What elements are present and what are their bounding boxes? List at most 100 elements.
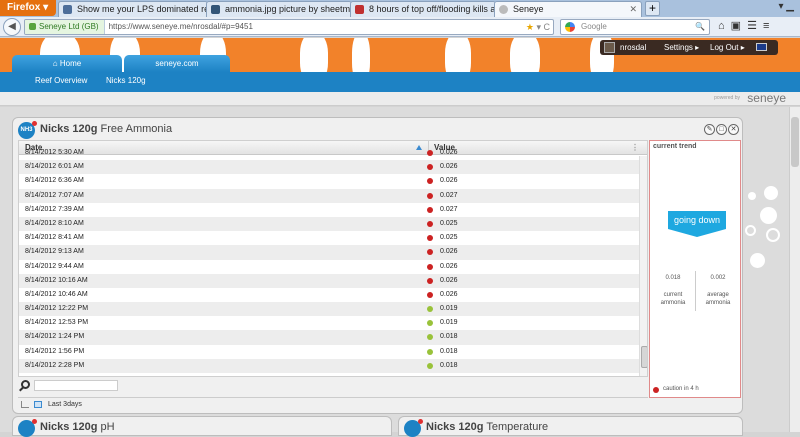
maximize-icon[interactable]: □ <box>716 124 727 135</box>
url-bar-icons[interactable]: ★ ▾ C <box>526 20 550 34</box>
tab-ammonia-picture[interactable]: ammonia.jpg picture by sheetmetal -... <box>206 1 352 17</box>
status-dot-icon <box>427 362 433 369</box>
logout-label: Log Out <box>710 43 739 52</box>
time-range-label[interactable]: Last 3days <box>48 398 82 412</box>
reef-favicon-icon <box>355 5 364 14</box>
status-dot-icon <box>427 220 433 227</box>
table-row[interactable]: 8/14/2012 7:07 AM 0.027 <box>19 188 639 203</box>
url-bar[interactable]: Seneye Ltd (GB) https://www.seneye.me/nro… <box>24 19 554 35</box>
close-tab-icon[interactable]: ✕ <box>629 2 637 16</box>
table-view-icon[interactable] <box>34 401 42 408</box>
home-icon[interactable]: ⌂ <box>718 20 731 32</box>
logout-button[interactable]: Log Out ▸ <box>710 40 745 55</box>
table-row[interactable]: 8/14/2012 6:36 AM 0.026 <box>19 174 639 188</box>
new-tab-button[interactable]: + <box>645 1 660 16</box>
row-value: 0.026 <box>440 177 458 185</box>
widget-device-name: Nicks 120g <box>426 421 484 433</box>
username[interactable]: nrosdal <box>620 40 646 55</box>
search-go-icon[interactable]: 🔍 <box>695 20 705 34</box>
settings-label: Settings <box>664 43 693 52</box>
status-dot-icon <box>427 306 433 313</box>
table-search-input[interactable] <box>34 380 118 391</box>
row-date: 8/14/2012 6:01 AM <box>25 163 84 171</box>
banner-stripe <box>510 38 540 73</box>
table-scroll-thumb[interactable] <box>641 346 647 368</box>
edit-icon[interactable]: ✎ <box>704 124 715 135</box>
table-row[interactable]: 8/14/2012 7:39 AM 0.027 <box>19 203 639 217</box>
chart-view-icon[interactable] <box>21 401 29 408</box>
readings-table: Date Value ⋮ 8/14/2012 5:30 AM 0.026 8/14/… <box>18 140 648 377</box>
current-ammonia-label: current ammonia <box>660 292 686 306</box>
row-date: 8/14/2012 10:46 AM <box>25 290 88 298</box>
row-value: 0.026 <box>440 262 458 270</box>
caution-text: caution in 4 h <box>663 386 699 392</box>
page-scroll-thumb[interactable] <box>791 117 799 167</box>
tab-seneye[interactable]: Seneye ✕ <box>494 1 642 17</box>
dropdown-icon[interactable]: ▾ <box>536 22 541 32</box>
tab-lps-reeftank[interactable]: Show me your LPS dominated reefta... <box>58 1 208 17</box>
nav-tab-seneye-com[interactable]: seneye.com <box>124 55 230 72</box>
table-row[interactable]: 8/14/2012 12:53 PM 0.019 <box>19 316 639 330</box>
status-dot-icon <box>427 320 433 327</box>
site-identity[interactable]: Seneye Ltd (GB) <box>25 20 105 34</box>
bookmarks-icon[interactable]: ☰ <box>747 20 763 32</box>
subnav-reef-overview[interactable]: Reef Overview <box>35 76 87 85</box>
status-dot-icon <box>427 263 433 270</box>
subnav-nicks-120g[interactable]: Nicks 120g <box>106 76 146 85</box>
table-row[interactable]: 8/14/2012 2:28 PM 0.018 <box>19 358 639 373</box>
table-scrollbar[interactable] <box>639 156 647 376</box>
avatar[interactable] <box>604 42 615 53</box>
seneye-favicon-icon <box>499 5 508 14</box>
google-icon[interactable] <box>565 22 575 32</box>
trend-status-badge: going down <box>668 211 726 229</box>
search-icon[interactable] <box>21 380 30 389</box>
caution-status-dot <box>653 387 659 393</box>
widget-device-name: Nicks 120g <box>40 123 98 135</box>
table-row[interactable]: 8/14/2012 9:44 AM 0.026 <box>19 260 639 274</box>
addons-icon[interactable]: ▣ <box>731 20 747 32</box>
back-button[interactable]: ◀ <box>3 18 21 36</box>
row-date: 8/14/2012 8:10 AM <box>25 219 84 227</box>
nav-tab-home[interactable]: ⌂ Home <box>12 55 122 72</box>
search-bar[interactable]: Google 🔍 <box>560 19 710 35</box>
table-row[interactable]: 8/14/2012 10:16 AM 0.026 <box>19 273 639 288</box>
close-icon[interactable]: ✕ <box>728 124 739 135</box>
nh3-badge-icon: NH3 <box>18 121 37 139</box>
firefox-menu-button[interactable]: Firefox ▾ <box>0 0 56 16</box>
settings-button[interactable]: Settings ▸ <box>664 40 699 55</box>
row-value: 0.026 <box>440 149 458 156</box>
table-row[interactable]: 8/14/2012 8:41 AM 0.025 <box>19 231 639 245</box>
table-body: 8/14/2012 5:30 AM 0.026 8/14/2012 6:01 AM 0… <box>19 146 639 373</box>
page-scrollbar[interactable] <box>789 107 800 432</box>
menu-icon[interactable]: ≡ <box>763 20 775 32</box>
table-row[interactable]: 8/14/2012 6:01 AM 0.026 <box>19 160 639 175</box>
row-date: 8/14/2012 10:16 AM <box>25 276 88 284</box>
row-date: 8/14/2012 9:44 AM <box>25 262 84 270</box>
table-row[interactable]: 8/14/2012 5:30 AM 0.026 <box>19 146 639 160</box>
row-date: 8/14/2012 12:22 PM <box>25 305 89 313</box>
reload-icon[interactable]: C <box>544 22 551 32</box>
table-row[interactable]: 8/14/2012 9:13 AM 0.026 <box>19 245 639 260</box>
firefox-menu-label: Firefox <box>7 2 41 13</box>
browser-nav-bar: ◀ Seneye Ltd (GB) https://www.seneye.me/n… <box>0 17 800 37</box>
banner-stripe <box>445 38 471 73</box>
bookmark-star-icon[interactable]: ★ <box>526 22 534 32</box>
banner-stripe <box>300 38 328 73</box>
row-value: 0.019 <box>440 319 458 327</box>
language-flag-icon[interactable] <box>756 43 767 51</box>
table-row[interactable]: 8/14/2012 10:46 AM 0.026 <box>19 288 639 302</box>
decorative-bubble <box>745 225 756 236</box>
widget-parameter-name: Free Ammonia <box>100 123 173 135</box>
tab-list-icons[interactable]: ▾ ▁ <box>778 1 794 12</box>
current-ammonia-value: 0.018 <box>665 275 681 281</box>
table-row[interactable]: 8/14/2012 1:56 PM 0.018 <box>19 345 639 359</box>
table-row[interactable]: 8/14/2012 1:24 PM 0.018 <box>19 330 639 345</box>
average-ammonia-label: average ammonia <box>705 292 731 306</box>
minimize-icon[interactable]: ▁ <box>786 1 794 12</box>
table-row[interactable]: 8/14/2012 12:22 PM 0.019 <box>19 302 639 317</box>
table-row[interactable]: 8/14/2012 8:10 AM 0.025 <box>19 216 639 232</box>
tab-flooding[interactable]: 8 hours of top off/flooding kills almo..… <box>350 1 496 17</box>
tab-list-icon[interactable]: ▾ <box>778 1 783 12</box>
url-text[interactable]: https://www.seneye.me/nrosdal/#p=9451 <box>105 22 253 31</box>
average-ammonia-value: 0.002 <box>710 275 726 281</box>
